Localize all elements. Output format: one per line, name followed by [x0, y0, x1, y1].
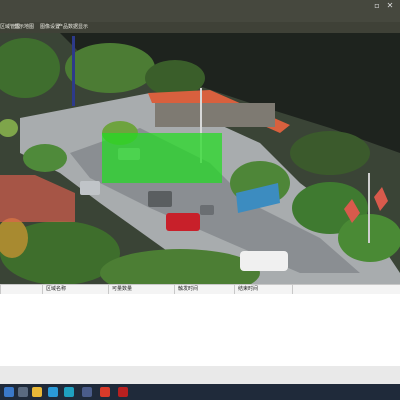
menu-item-product-data[interactable]: 产品数据显示	[58, 23, 88, 32]
taskbar	[0, 384, 400, 400]
window-bottom-area	[0, 366, 400, 384]
column-header-trigger-time[interactable]: 触发时间	[174, 285, 234, 294]
menu-item-image-settings[interactable]: 图像设置	[40, 23, 60, 32]
column-header-end-time[interactable]: 结束时间	[234, 285, 292, 294]
column-header-count[interactable]: 可量数量	[108, 285, 174, 294]
camera-video-feed[interactable]	[0, 33, 400, 284]
camera-scene	[0, 33, 400, 284]
column-header-filler	[292, 285, 400, 294]
start-icon[interactable]	[4, 387, 14, 397]
media-player-icon[interactable]	[64, 387, 74, 397]
task-view-icon[interactable]	[82, 387, 92, 397]
menu-item-show-map[interactable]: 显示地图	[14, 23, 34, 32]
browser-icon[interactable]	[48, 387, 58, 397]
title-bar: ▫ ✕	[0, 0, 400, 22]
file-explorer-icon[interactable]	[32, 387, 42, 397]
acrobat-icon[interactable]	[118, 387, 128, 397]
column-header-blank[interactable]	[0, 285, 42, 294]
restore-icon[interactable]: ▫	[372, 2, 382, 10]
event-table-body[interactable]	[0, 294, 400, 366]
close-icon[interactable]: ✕	[385, 2, 395, 10]
column-header-zone-name[interactable]: 区域名称	[42, 285, 108, 294]
pdf-reader-icon[interactable]	[100, 387, 110, 397]
detection-zone-overlay[interactable]	[102, 133, 222, 183]
search-icon[interactable]	[18, 387, 28, 397]
